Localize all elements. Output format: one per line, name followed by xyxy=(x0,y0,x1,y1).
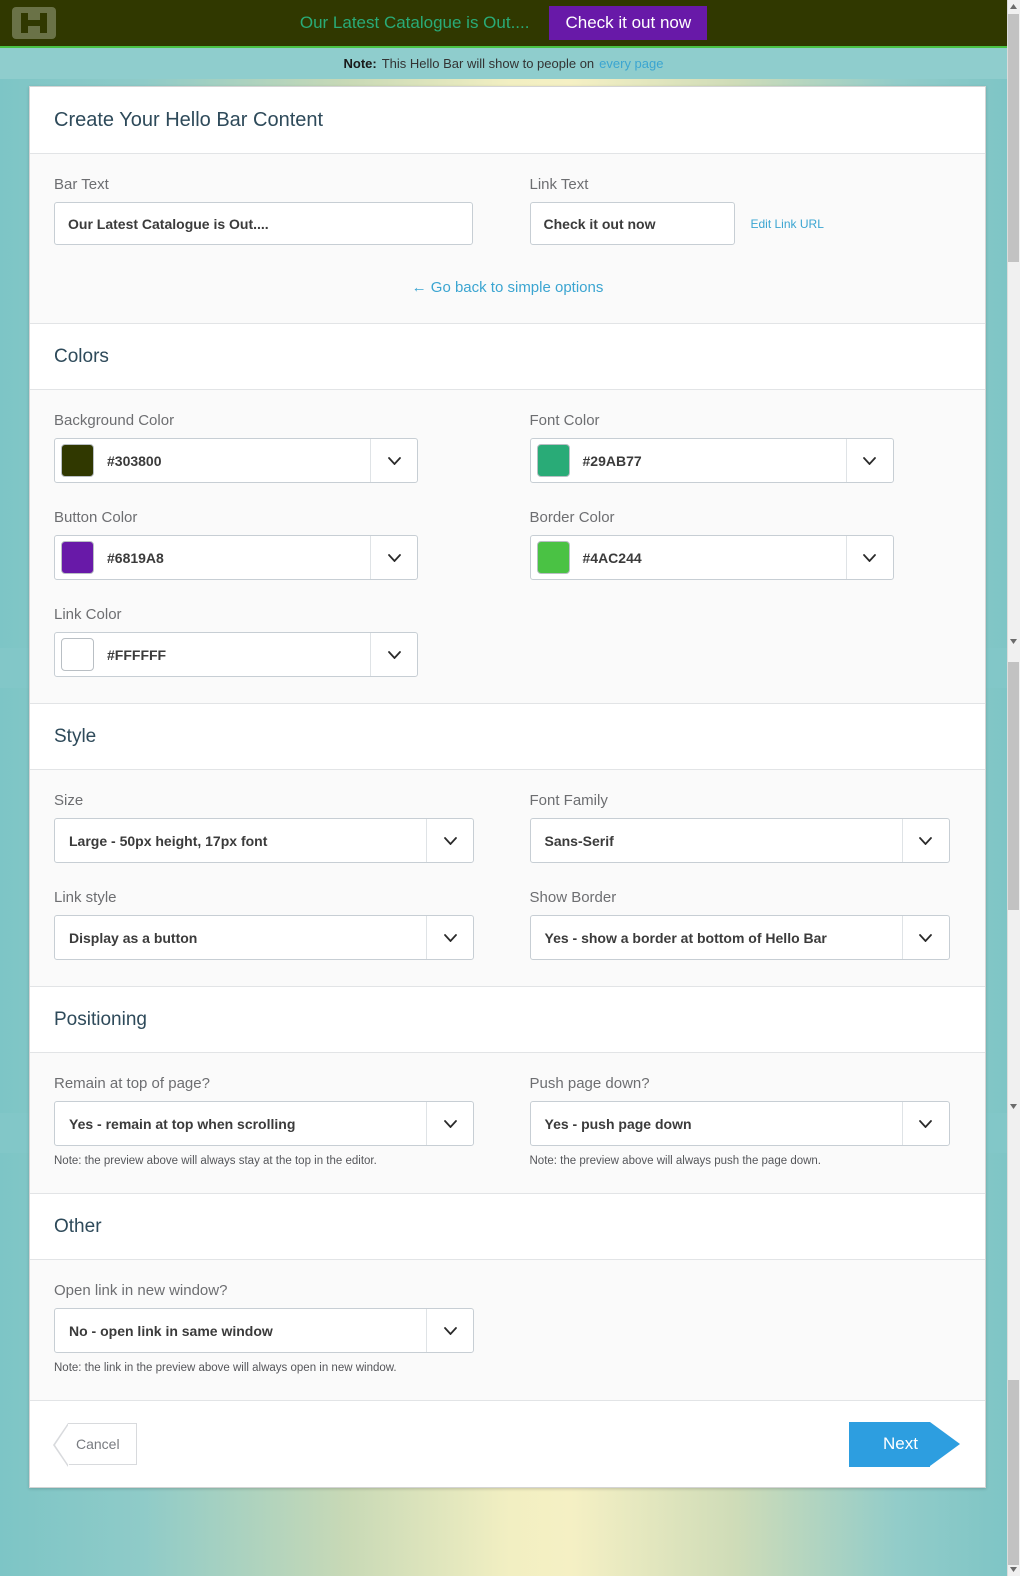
chevron-down-icon[interactable] xyxy=(426,819,473,862)
note-prefix: Note: xyxy=(343,56,377,71)
chevron-down-icon[interactable] xyxy=(845,439,893,482)
font-family-label: Font Family xyxy=(529,792,608,809)
go-back-simple-options-link[interactable]: ← Go back to simple options xyxy=(412,279,604,296)
link-color-label: Link Color xyxy=(54,606,122,623)
edit-link-url-link[interactable]: Edit Link URL xyxy=(751,217,824,231)
background-color-picker[interactable]: #303800 xyxy=(54,438,418,483)
content-section-body: Bar Text Link Text Edit Link URL ← Go ba… xyxy=(30,154,985,324)
show-border-value: Yes - show a border at bottom of Hello B… xyxy=(544,929,827,946)
background-color-label: Background Color xyxy=(54,412,175,429)
style-section-title: Style xyxy=(30,704,985,770)
button-color-picker[interactable]: #6819A8 xyxy=(54,535,418,580)
preview-cta-button[interactable]: Check it out now xyxy=(549,6,708,40)
font-color-swatch[interactable] xyxy=(536,444,570,477)
link-text-input[interactable] xyxy=(529,202,735,245)
open-new-window-note: Note: the link in the preview above will… xyxy=(54,1362,397,1374)
push-down-label: Push page down? xyxy=(529,1075,650,1092)
font-color-value: #29AB77 xyxy=(582,452,642,469)
link-color-picker[interactable]: #FFFFFF xyxy=(54,632,418,677)
colors-section-title: Colors xyxy=(30,324,985,390)
hello-bar-editor-modal: Create Your Hello Bar Content Bar Text L… xyxy=(29,86,986,1488)
background-color-swatch[interactable] xyxy=(61,444,94,477)
button-color-value: #6819A8 xyxy=(107,549,164,566)
chevron-down-icon[interactable] xyxy=(901,1102,949,1145)
scrollbar-down-arrow-icon[interactable] xyxy=(1008,1564,1019,1575)
chevron-down-icon[interactable] xyxy=(426,1102,473,1145)
bar-text-input[interactable] xyxy=(54,202,473,245)
background-color-value: #303800 xyxy=(107,452,162,469)
chevron-down-icon[interactable] xyxy=(901,916,949,959)
size-select[interactable]: Large - 50px height, 17px font xyxy=(54,818,474,863)
preview-bar-text: Our Latest Catalogue is Out.... xyxy=(299,13,530,32)
chevron-down-icon[interactable] xyxy=(426,916,473,959)
font-color-picker[interactable]: #29AB77 xyxy=(529,438,894,483)
modal-footer: Cancel Next xyxy=(30,1401,985,1487)
chevron-down-icon[interactable] xyxy=(370,536,417,579)
size-label: Size xyxy=(54,792,84,809)
next-button[interactable]: Next xyxy=(849,1421,960,1467)
other-section-title: Other xyxy=(30,1194,985,1260)
scrollbar-thumb[interactable] xyxy=(1008,1380,1019,1565)
link-style-select[interactable]: Display as a button xyxy=(54,915,474,960)
border-color-value: #4AC244 xyxy=(582,549,642,566)
push-down-note: Note: the preview above will always push… xyxy=(529,1155,822,1167)
note-text: This Hello Bar will show to people on xyxy=(381,56,595,71)
scrollbar-thumb[interactable] xyxy=(1008,14,1019,262)
scrollbar-up-arrow-icon[interactable] xyxy=(1008,1,1019,12)
link-color-swatch[interactable] xyxy=(61,638,94,671)
hello-bar-note-strip: Note: This Hello Bar will show to people… xyxy=(0,48,1007,79)
open-new-window-select[interactable]: No - open link in same window xyxy=(54,1308,474,1353)
bar-text-label: Bar Text xyxy=(54,176,109,193)
hellobar-h-logo-icon xyxy=(12,7,56,39)
remain-top-label: Remain at top of page? xyxy=(54,1075,210,1092)
border-color-swatch[interactable] xyxy=(536,541,570,574)
border-color-picker[interactable]: #4AC244 xyxy=(529,535,894,580)
open-new-window-label: Open link in new window? xyxy=(54,1282,228,1299)
scrollbar-thumb[interactable] xyxy=(1008,662,1019,910)
link-style-label: Link style xyxy=(54,889,117,906)
page-root: Our Latest Catalogue is Out.... Check it… xyxy=(0,0,1020,1576)
content-section-title: Create Your Hello Bar Content xyxy=(30,87,985,154)
chevron-down-icon[interactable] xyxy=(845,536,893,579)
link-text-label: Link Text xyxy=(529,176,589,193)
size-value: Large - 50px height, 17px font xyxy=(69,832,268,849)
font-color-label: Font Color xyxy=(529,412,600,429)
link-color-value: #FFFFFF xyxy=(107,646,167,663)
cancel-button[interactable]: Cancel xyxy=(53,1423,137,1467)
link-style-value: Display as a button xyxy=(69,929,198,946)
border-color-label: Border Color xyxy=(529,509,615,526)
chevron-down-icon[interactable] xyxy=(370,439,417,482)
chevron-down-icon[interactable] xyxy=(901,819,949,862)
scrollbar-down-arrow-icon[interactable] xyxy=(1008,1101,1019,1112)
remain-top-note: Note: the preview above will always stay… xyxy=(54,1155,377,1167)
chevron-down-icon[interactable] xyxy=(370,633,417,676)
positioning-section-title: Positioning xyxy=(30,987,985,1053)
chevron-down-icon[interactable] xyxy=(426,1309,473,1352)
positioning-section-body: Remain at top of page? Yes - remain at t… xyxy=(30,1053,985,1194)
show-border-select[interactable]: Yes - show a border at bottom of Hello B… xyxy=(529,915,950,960)
hello-bar-preview: Our Latest Catalogue is Out.... Check it… xyxy=(0,0,1007,48)
button-color-label: Button Color xyxy=(54,509,138,526)
remain-top-value: Yes - remain at top when scrolling xyxy=(69,1115,296,1132)
remain-top-select[interactable]: Yes - remain at top when scrolling xyxy=(54,1101,474,1146)
button-color-swatch[interactable] xyxy=(61,541,94,574)
show-border-label: Show Border xyxy=(529,889,617,906)
font-family-select[interactable]: Sans-Serif xyxy=(529,818,950,863)
open-new-window-value: No - open link in same window xyxy=(69,1322,273,1339)
other-section-body: Open link in new window? No - open link … xyxy=(30,1260,985,1401)
note-every-page-link[interactable]: every page xyxy=(599,56,663,71)
push-down-value: Yes - push page down xyxy=(544,1115,692,1132)
scrollbar-down-arrow-icon[interactable] xyxy=(1008,636,1019,647)
font-family-value: Sans-Serif xyxy=(544,832,614,849)
push-down-select[interactable]: Yes - push page down xyxy=(529,1101,950,1146)
colors-section-body: Background Color #303800 Font Color #29A… xyxy=(30,390,985,704)
style-section-body: Size Large - 50px height, 17px font Font… xyxy=(30,770,985,987)
